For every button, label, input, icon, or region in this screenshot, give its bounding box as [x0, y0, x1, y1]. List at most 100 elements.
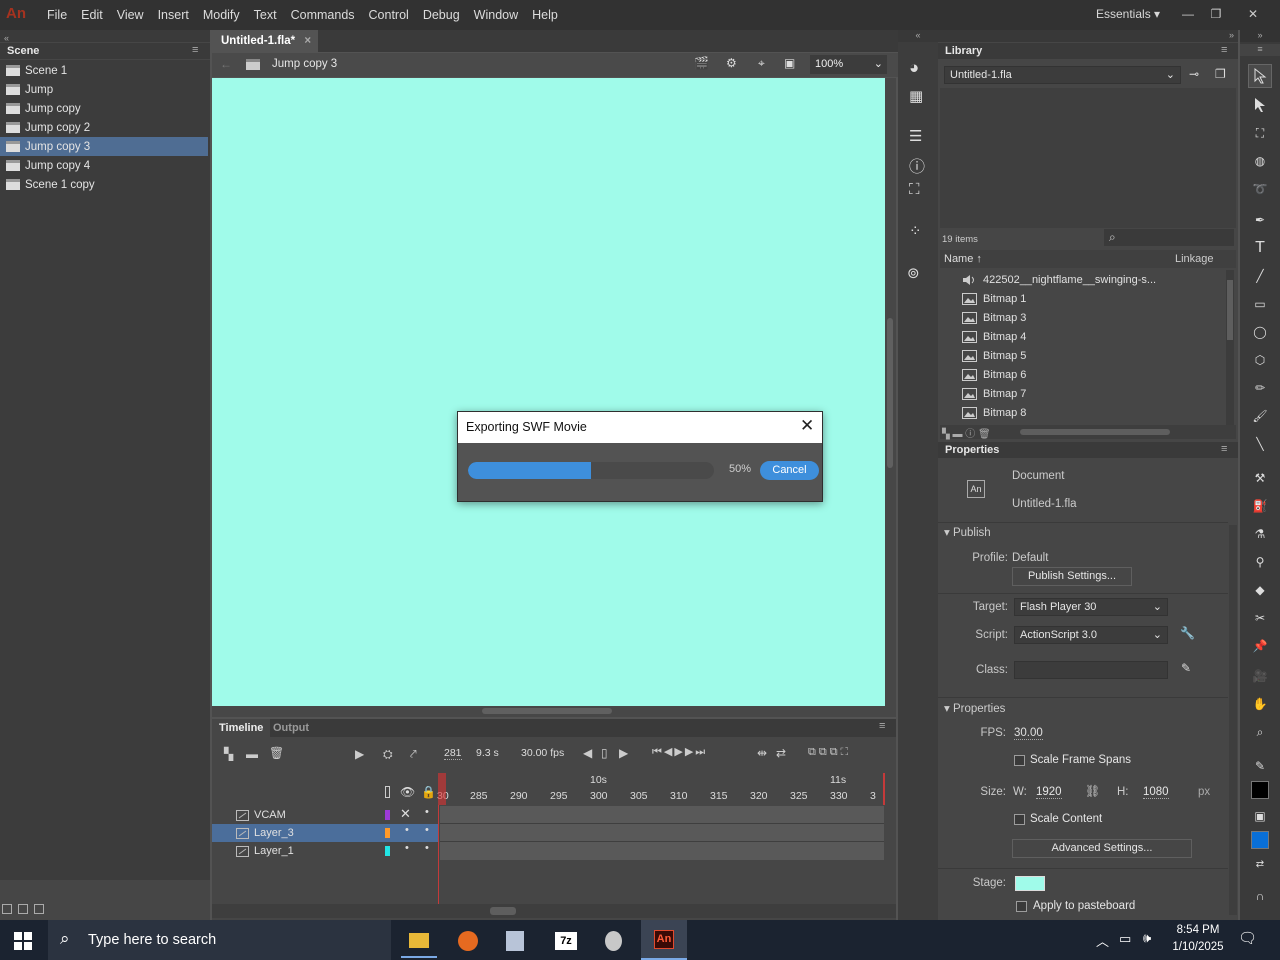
- layer-outline-color[interactable]: [385, 810, 390, 820]
- graph-icon[interactable]: ⤤: [410, 747, 417, 762]
- advanced-settings-button[interactable]: Advanced Settings...: [1012, 839, 1192, 858]
- scene-item[interactable]: Scene 1: [0, 61, 208, 80]
- timeline-hscrollbar[interactable]: [212, 904, 896, 918]
- center-frame-icon[interactable]: ⇹: [757, 746, 767, 760]
- tools-menu-icon[interactable]: ≡: [1240, 44, 1280, 56]
- hand-tool-icon[interactable]: ✋: [1248, 692, 1272, 716]
- layer-outline-color[interactable]: [385, 828, 390, 838]
- library-new-folder-icon[interactable]: ▚ ▬ ⓘ 🗑: [942, 425, 991, 440]
- align-icon[interactable]: ☰: [909, 127, 922, 145]
- lock-dot-icon[interactable]: •: [425, 806, 429, 818]
- column-linkage[interactable]: Linkage: [1175, 253, 1214, 265]
- firefox-icon[interactable]: [450, 926, 486, 958]
- loop-icon[interactable]: ⇄: [776, 746, 786, 760]
- zoom-tool-icon[interactable]: ⌕: [1248, 720, 1272, 744]
- snap-magnet-icon[interactable]: ∩: [1248, 884, 1272, 908]
- duplicate-scene-icon[interactable]: [2, 904, 12, 914]
- paint-bucket-tool-icon[interactable]: ⛽: [1248, 494, 1272, 518]
- color-panel-icon[interactable]: ◕: [909, 58, 919, 78]
- line-tool-icon[interactable]: ╱: [1248, 264, 1272, 288]
- swap-colors-icon[interactable]: ⇄: [1248, 852, 1272, 876]
- swatches-icon[interactable]: ▦: [909, 87, 923, 105]
- camera-layer-icon[interactable]: ▶: [355, 747, 364, 761]
- bone-tool-icon[interactable]: ⚒: [1248, 466, 1272, 490]
- next-keyframe-icon[interactable]: ▶: [619, 746, 628, 760]
- insert-keyframe-icon[interactable]: ▯: [601, 746, 608, 760]
- menu-commands[interactable]: Commands: [284, 8, 362, 22]
- ink-bottle-tool-icon[interactable]: ⚗: [1248, 522, 1272, 546]
- strip-collapse[interactable]: «: [898, 30, 938, 42]
- tools-collapse[interactable]: »: [1240, 30, 1280, 42]
- class-input[interactable]: [1014, 661, 1168, 679]
- clip-stage-icon[interactable]: ▣: [784, 56, 795, 70]
- visibility-dot-icon[interactable]: •: [405, 842, 409, 854]
- text-tool-icon[interactable]: T: [1248, 236, 1272, 260]
- delete-layer-icon[interactable]: 🗑: [269, 746, 284, 760]
- library-search-input[interactable]: ⌕: [1104, 229, 1234, 246]
- 7zip-icon[interactable]: 7z: [547, 926, 583, 958]
- clock-time[interactable]: 8:54 PM: [1168, 924, 1228, 936]
- stage[interactable]: [212, 78, 885, 706]
- height-value[interactable]: 1080: [1143, 786, 1169, 799]
- selection-tool-icon[interactable]: [1248, 64, 1272, 88]
- stroke-color-icon[interactable]: ✎: [1248, 754, 1272, 778]
- windows-start-icon[interactable]: [14, 932, 32, 950]
- minimize-icon[interactable]: —: [1178, 4, 1198, 24]
- library-file-select[interactable]: Untitled-1.fla ⌄: [944, 66, 1181, 84]
- wrench-icon[interactable]: 🔧: [1180, 626, 1195, 640]
- new-layer-icon[interactable]: ▚: [224, 747, 233, 761]
- free-transform-tool-icon[interactable]: ⛶: [1248, 121, 1272, 145]
- current-frame[interactable]: 281: [444, 747, 462, 760]
- rectangle-tool-icon[interactable]: ▭: [1248, 292, 1272, 316]
- back-arrow-icon[interactable]: ←: [220, 57, 232, 71]
- library-item[interactable]: Bitmap 5: [962, 346, 1182, 365]
- info-icon[interactable]: ⓘ: [909, 153, 925, 177]
- animate-taskbar-icon[interactable]: An: [641, 920, 687, 960]
- script-select[interactable]: ActionScript 3.0 ⌄: [1014, 626, 1168, 644]
- onion-skin-controls[interactable]: ⧉⧉⧉⛶: [808, 746, 851, 759]
- subselection-tool-icon[interactable]: [1248, 93, 1272, 117]
- menu-view[interactable]: View: [110, 8, 151, 22]
- frame-rate[interactable]: 30.00 fps: [521, 747, 564, 759]
- visibility-dot-icon[interactable]: •: [405, 824, 409, 836]
- publish-section[interactable]: ▾ Publish: [944, 525, 991, 539]
- scale-content-checkbox[interactable]: [1014, 814, 1025, 825]
- menu-text[interactable]: Text: [247, 8, 284, 22]
- restore-icon[interactable]: ❐: [1206, 4, 1226, 24]
- library-item[interactable]: Bitmap 8: [962, 403, 1182, 422]
- workspace-switcher[interactable]: Essentials ▾: [1096, 7, 1160, 21]
- library-vscrollbar[interactable]: [1226, 270, 1234, 425]
- tab-close-icon[interactable]: ×: [304, 35, 311, 47]
- fill-color-icon[interactable]: ▣: [1248, 804, 1272, 828]
- properties-menu-icon[interactable]: ≡: [1221, 443, 1227, 455]
- motion-presets-icon[interactable]: ⁘: [909, 222, 922, 240]
- playhead-marker[interactable]: [438, 773, 446, 805]
- layer-outline-color[interactable]: [385, 846, 390, 856]
- timeline-ruler[interactable]: [438, 773, 884, 805]
- menu-control[interactable]: Control: [362, 8, 416, 22]
- layer-parenting-icon[interactable]: ⛭: [383, 747, 393, 762]
- cc-libraries-icon[interactable]: ⊚: [907, 264, 920, 282]
- frames-area[interactable]: [440, 806, 884, 860]
- fill-color-swatch[interactable]: [1251, 831, 1269, 849]
- app-orb-icon[interactable]: [596, 926, 632, 958]
- pencil-tool-icon[interactable]: ✏: [1248, 376, 1272, 400]
- width-value[interactable]: 1920: [1036, 786, 1062, 799]
- notifications-icon[interactable]: 🗨: [1238, 929, 1257, 947]
- library-item[interactable]: 422502__nightflame__swinging-s...: [962, 270, 1182, 289]
- asset-warp-tool-icon[interactable]: 📌: [1248, 634, 1272, 658]
- properties-scrollbar[interactable]: [1229, 525, 1237, 915]
- eyedropper-tool-icon[interactable]: ⚲: [1248, 550, 1272, 574]
- stroke-color-swatch[interactable]: [1251, 781, 1269, 799]
- pen-tool-icon[interactable]: ✒: [1248, 208, 1272, 232]
- dialog-close-icon[interactable]: ✕: [800, 416, 814, 436]
- taskbar-search-box[interactable]: ⌕ Type here to search: [48, 920, 391, 960]
- library-item[interactable]: Bitmap 3: [962, 308, 1182, 327]
- pin-icon[interactable]: ⊸: [1189, 67, 1199, 81]
- hidden-layer-icon[interactable]: ✕: [400, 806, 411, 822]
- menu-edit[interactable]: Edit: [74, 8, 110, 22]
- stage-hscrollbar[interactable]: [212, 706, 896, 717]
- prev-keyframe-icon[interactable]: ◀: [583, 746, 592, 760]
- tab-timeline[interactable]: Timeline: [212, 719, 271, 737]
- lock-dot-icon[interactable]: •: [425, 824, 429, 836]
